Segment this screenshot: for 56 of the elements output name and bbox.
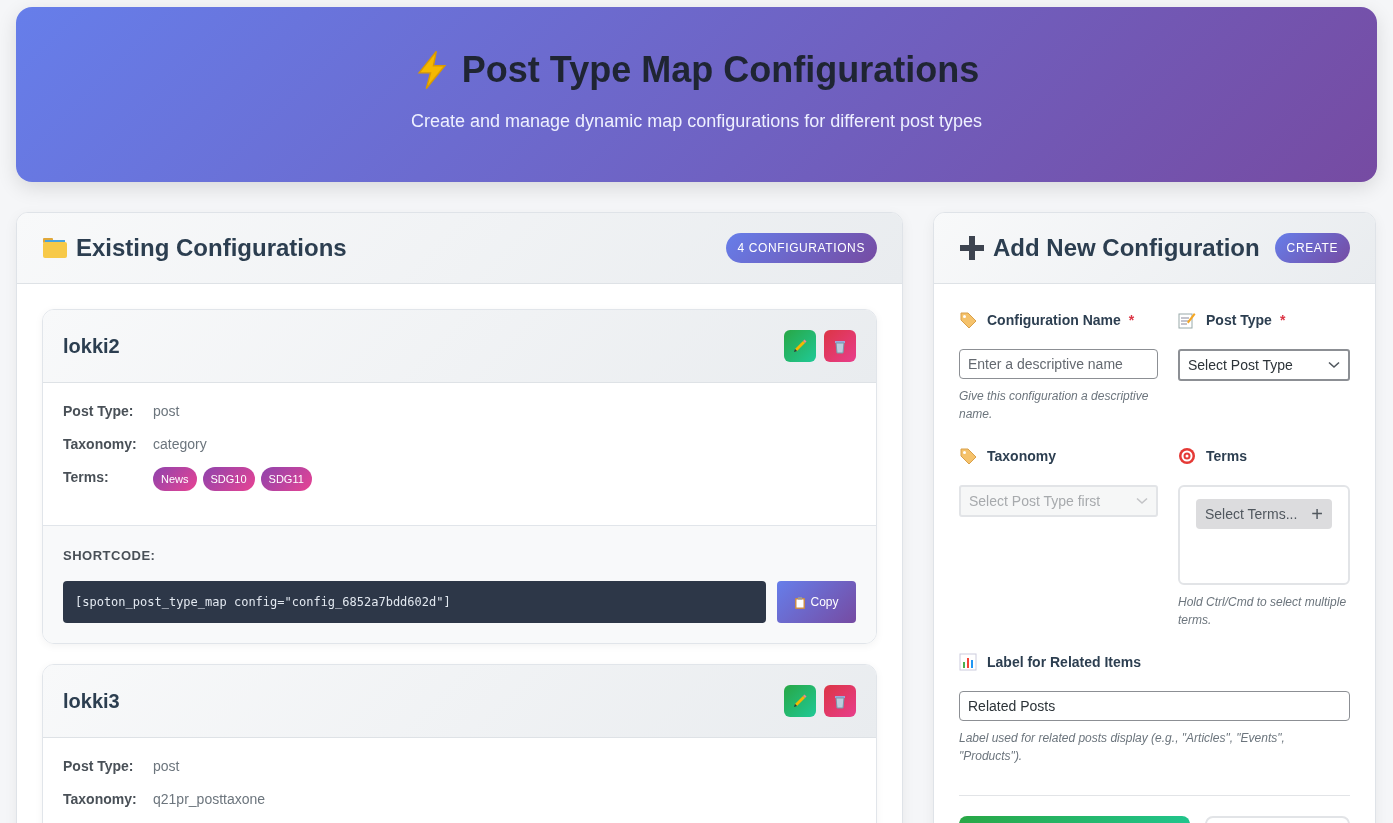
help-text: Hold Ctrl/Cmd to select multiple terms. (1178, 594, 1348, 629)
clipboard-icon (794, 595, 807, 609)
required-mark: * (1128, 312, 1135, 328)
field-label: Terms (1206, 448, 1247, 464)
folder-icon (42, 236, 68, 260)
trash-icon (832, 338, 848, 354)
pencil-icon (792, 338, 808, 354)
field-value: category (153, 436, 207, 452)
pencil-icon (792, 693, 808, 709)
delete-button[interactable] (824, 330, 856, 362)
copy-button[interactable]: Copy (777, 581, 856, 623)
tag-icon (959, 447, 977, 465)
field-label: Post Type: (63, 403, 135, 419)
target-icon (1178, 447, 1196, 465)
configuration-name-field[interactable]: Enter a descriptive name (959, 349, 1158, 379)
chevron-down-icon (1328, 361, 1340, 369)
help-text: Give this configuration a descriptive name. (959, 388, 1150, 423)
field-label: Taxonomy (987, 448, 1056, 464)
terms-list-box[interactable]: Select Terms... + (1178, 485, 1350, 585)
related-label-field[interactable]: Related Posts (959, 691, 1350, 721)
tag-icon (959, 311, 977, 329)
field-label: Configuration Name (987, 312, 1121, 328)
chevron-down-icon (1136, 497, 1148, 505)
term-tag: SDG11 (260, 467, 312, 491)
panel-title: Existing Configurations (76, 234, 347, 262)
edit-button[interactable] (784, 685, 816, 717)
field-label: Label for Related Items (987, 654, 1142, 670)
field-value: post (153, 758, 180, 774)
help-text: Label used for related posts display (e.g., "Articles", "Events", "Products"). (959, 730, 1286, 765)
bar-chart-icon (959, 653, 977, 671)
field-label: Terms: (63, 469, 110, 485)
create-badge: CREATE (1274, 233, 1350, 263)
field-label: Taxonomy: (63, 791, 138, 807)
select-terms-button[interactable]: Select Terms... + (1196, 499, 1332, 529)
memo-icon (1178, 311, 1196, 329)
trash-icon (832, 693, 848, 709)
configuration-name: lokki2 (63, 334, 120, 358)
configuration-name: lokki3 (63, 689, 120, 713)
plus-icon (959, 235, 985, 261)
field-value: post (153, 403, 180, 419)
page-subtitle: Create and manage dynamic map configurations for different post types (411, 111, 982, 132)
edit-button[interactable] (784, 330, 816, 362)
required-mark: * (1279, 312, 1286, 328)
post-type-select[interactable]: Select Post Type (1178, 349, 1350, 381)
shortcode-text: [spoton_post_type_map config="config_6852a7bdd602d"] (63, 581, 766, 623)
field-label: Post Type (1206, 312, 1272, 328)
term-tag: News (153, 467, 197, 491)
page-title: Post Type Map Configurations (461, 49, 980, 91)
panel-title: Add New Configuration (993, 234, 1260, 262)
field-value: q21pr_posttaxone (153, 791, 266, 807)
delete-button[interactable] (824, 685, 856, 717)
field-label: Post Type: (63, 758, 135, 774)
count-badge: 4 CONFIGURATIONS (725, 233, 877, 263)
field-label: Taxonomy: (63, 436, 138, 452)
term-tag: SDG10 (202, 467, 255, 491)
shortcode-label: SHORTCODE: (63, 548, 157, 563)
